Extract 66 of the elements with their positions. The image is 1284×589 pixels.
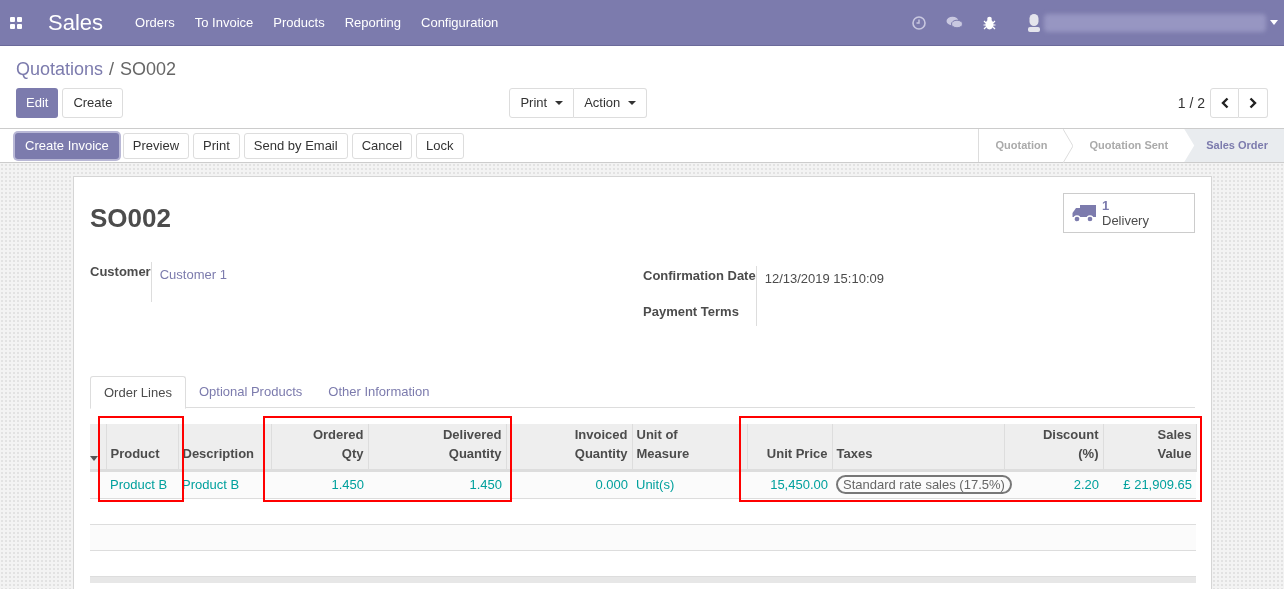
table-cell: 1.450 [469, 476, 502, 492]
column-header[interactable]: Product [106, 424, 178, 470]
nav-menu-item[interactable]: Products [273, 12, 325, 33]
notebook-tab[interactable]: Optional Products [185, 376, 316, 408]
chevron-right-icon [1249, 97, 1257, 109]
table-cell: 15,450.00 [770, 476, 828, 492]
breadcrumb-separator: / [109, 57, 115, 81]
nav-menu-item[interactable]: Configuration [421, 12, 499, 33]
caret-icon [628, 101, 637, 105]
user-avatar-icon[interactable] [1028, 13, 1040, 32]
stage-divider-icon [1063, 129, 1074, 163]
truck-icon [1072, 203, 1096, 223]
next-button[interactable] [1239, 88, 1268, 118]
apps-menu-icon[interactable] [10, 16, 22, 29]
pager-value: 1 / 2 [1177, 93, 1205, 113]
table-cell: Unit(s) [636, 476, 675, 492]
field-label: Customer [90, 263, 151, 280]
column-header[interactable]: Ordered Qty [271, 424, 368, 470]
notebook-tab[interactable]: Order Lines [90, 376, 186, 409]
column-header[interactable]: Discount (%) [1004, 424, 1103, 470]
statusbar-button[interactable]: Print [193, 132, 240, 159]
tax-tag: Standard rate sales (17.5%) [836, 474, 1012, 494]
record-title: SO002 [90, 202, 171, 235]
field-label: Payment Terms [643, 303, 740, 320]
field-value: 12/13/2019 15:10:09 [764, 270, 884, 284]
statusbar-button[interactable]: Send by Email [243, 132, 348, 159]
nav-menu-item[interactable]: Orders [135, 12, 175, 33]
statusbar-button[interactable]: Lock [416, 132, 464, 159]
column-header[interactable]: Delivered Quantity [368, 424, 506, 470]
sort-caret-icon [90, 455, 98, 461]
column-header[interactable]: Description [178, 424, 271, 470]
create-button[interactable]: Create [62, 88, 124, 118]
edit-button[interactable]: Edit [16, 88, 59, 118]
chat-icon[interactable] [946, 16, 963, 29]
table-cell: 1.450 [331, 476, 364, 492]
breadcrumb-link[interactable]: Quotations [16, 55, 104, 83]
statusbar-button[interactable]: Preview [122, 132, 190, 159]
table-cell: 2.20 [1073, 476, 1099, 492]
nav-menu-item[interactable]: To Invoice [194, 12, 254, 33]
table-cell: Product B [110, 476, 168, 492]
statusbar-button[interactable]: Cancel [351, 132, 413, 159]
clock-icon[interactable] [912, 15, 926, 30]
dropdown-button[interactable]: Print [509, 88, 575, 118]
column-header[interactable]: Unit Price [747, 424, 832, 470]
caret-icon [555, 101, 564, 105]
notebook-tab[interactable]: Other Information [315, 376, 443, 408]
table-cell: £ 21,909.65 [1123, 476, 1192, 492]
bug-icon[interactable] [983, 15, 996, 30]
column-header[interactable]: Taxes [832, 424, 1004, 470]
previous-button[interactable] [1210, 88, 1239, 118]
chevron-left-icon [1220, 97, 1229, 109]
delivery-label: Delivery [1102, 213, 1149, 228]
column-header[interactable]: Invoiced Quantity [506, 424, 632, 470]
dropdown-button[interactable]: Action [574, 88, 648, 118]
field-label: Confirmation Date [643, 267, 756, 284]
table-cell: 0.000 [595, 476, 628, 492]
customer-link[interactable]: Customer 1 [159, 262, 227, 280]
delivery-smart-button[interactable]: 1 Delivery [1063, 193, 1195, 233]
breadcrumb-current: SO002 [120, 57, 177, 81]
delivery-count: 1 [1102, 198, 1111, 213]
app-title[interactable]: Sales [48, 6, 104, 39]
column-header[interactable]: Unit of Measure [632, 424, 747, 470]
column-header[interactable]: Sales Value [1103, 424, 1196, 470]
nav-menu-item[interactable]: Reporting [344, 12, 401, 33]
create-invoice-button[interactable]: Create Invoice [15, 132, 119, 159]
caret-icon[interactable] [1270, 20, 1278, 25]
